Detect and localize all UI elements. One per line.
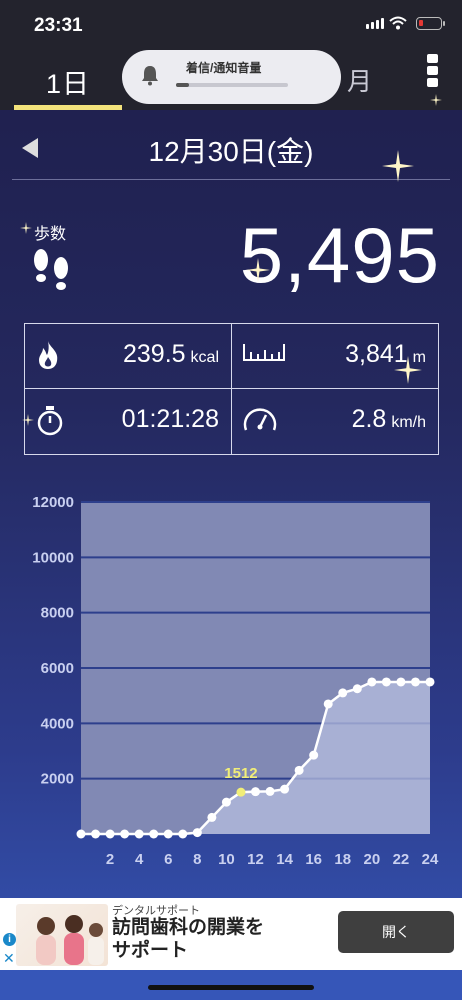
flame-icon: [39, 341, 58, 369]
calories-value: 239.5: [122, 340, 186, 368]
tab-month[interactable]: 月: [347, 62, 372, 98]
status-bar: 23:31: [0, 0, 462, 52]
sparkle-icon: [20, 222, 32, 234]
y-tick-label: 4000: [41, 715, 74, 732]
volume-level: [176, 83, 190, 87]
x-tick-label: 16: [305, 851, 322, 868]
tab-day-label: 1日: [45, 69, 91, 99]
steps-count: 5,495: [239, 211, 440, 299]
data-point: [396, 677, 406, 687]
data-point: [221, 797, 231, 807]
steps-label: 歩数: [34, 226, 67, 243]
data-point: [192, 828, 202, 838]
data-point: [381, 677, 391, 687]
y-tick-label: 2000: [41, 771, 74, 788]
ad-headline-line2: サポート: [112, 940, 189, 961]
hourly-steps-chart: 2000400060008000100001200015122 4 6 8 10 12 14…: [32, 494, 439, 868]
sparkle-icon: [382, 150, 414, 182]
home-indicator: [148, 985, 314, 990]
ad-headline: 訪問歯科の開業を サポート: [112, 916, 312, 962]
x-tick-label: 24: [422, 851, 439, 868]
data-point: [309, 750, 319, 760]
data-point: [410, 677, 420, 687]
data-point: [91, 829, 101, 839]
highlight-label: 1512: [224, 765, 257, 782]
data-point: [425, 677, 435, 687]
data-point: [280, 784, 290, 794]
data-point: [367, 677, 377, 687]
y-tick-label: 6000: [41, 660, 74, 677]
wifi-icon: [389, 16, 407, 30]
data-point: [163, 829, 173, 839]
signal-icon: [366, 18, 384, 29]
data-point: [352, 684, 362, 694]
volume-label: 着信/通知音量: [186, 61, 262, 75]
ad-info-icon[interactable]: i: [3, 933, 16, 946]
ad-close-icon[interactable]: ✕: [3, 950, 15, 967]
data-point: [323, 699, 333, 709]
x-tick-label: 14: [276, 851, 293, 868]
sparkle-icon: [246, 258, 270, 282]
x-tick-label: 12: [247, 851, 264, 868]
tab-day-underline: [14, 105, 122, 110]
data-point: [120, 829, 130, 839]
footprints-icon: [34, 249, 68, 290]
status-time: 23:31: [34, 15, 83, 36]
ad-headline-line1: 訪問歯科の開業を: [112, 917, 265, 938]
x-tick-label: 2: [106, 851, 114, 868]
x-tick-label: 6: [164, 851, 172, 868]
volume-slider[interactable]: [176, 83, 288, 87]
sparkle-icon: [22, 414, 34, 426]
calories-cell: 239.5 kcal: [25, 324, 231, 388]
ruler-icon: [243, 344, 285, 361]
sparkle-icon: [430, 94, 442, 106]
x-tick-label: 4: [135, 851, 144, 868]
tab-day[interactable]: 1日: [14, 52, 122, 110]
duration-cell: 01:21:28: [25, 389, 231, 453]
speedometer-icon: [243, 408, 277, 431]
x-tick-label: 20: [363, 851, 380, 868]
ad-banner[interactable]: i ✕ デンタルサポート 訪問歯科の開業を サポート 開く: [0, 898, 462, 970]
stats-grid: 239.5 kcal 3,841 m 01:21:28 2.8 km/h: [24, 323, 439, 455]
x-tick-label: 18: [334, 851, 351, 868]
stopwatch-icon: [37, 406, 63, 436]
data-point: [294, 765, 304, 775]
ad-open-button[interactable]: 開く: [338, 911, 454, 953]
x-tick-label: 22: [393, 851, 410, 868]
x-tick-label: 10: [218, 851, 235, 868]
data-point: [265, 786, 275, 796]
data-point: [178, 829, 188, 839]
data-point: [149, 829, 159, 839]
volume-popup: 着信/通知音量: [122, 50, 341, 104]
bell-icon: [142, 66, 158, 86]
speed-value: 2.8: [351, 405, 387, 433]
y-tick-label: 8000: [41, 605, 74, 622]
speed-unit: km/h: [391, 414, 426, 431]
more-menu-icon[interactable]: [427, 54, 441, 94]
battery-icon: [416, 17, 445, 30]
speed-cell: 2.8 km/h: [232, 389, 438, 453]
sparkle-icon: [394, 356, 422, 384]
data-point: [207, 812, 217, 822]
y-tick-label: 12000: [32, 494, 74, 511]
duration-value: 01:21:28: [121, 405, 219, 433]
data-point: [134, 829, 144, 839]
data-point: [338, 688, 348, 698]
data-point: [76, 829, 86, 839]
data-point: [236, 787, 246, 797]
data-point: [105, 829, 115, 839]
y-tick-label: 10000: [32, 549, 74, 566]
calories-unit: kcal: [190, 349, 219, 366]
data-point: [251, 787, 260, 797]
ad-image: [16, 904, 108, 966]
x-tick-label: 8: [193, 851, 201, 868]
